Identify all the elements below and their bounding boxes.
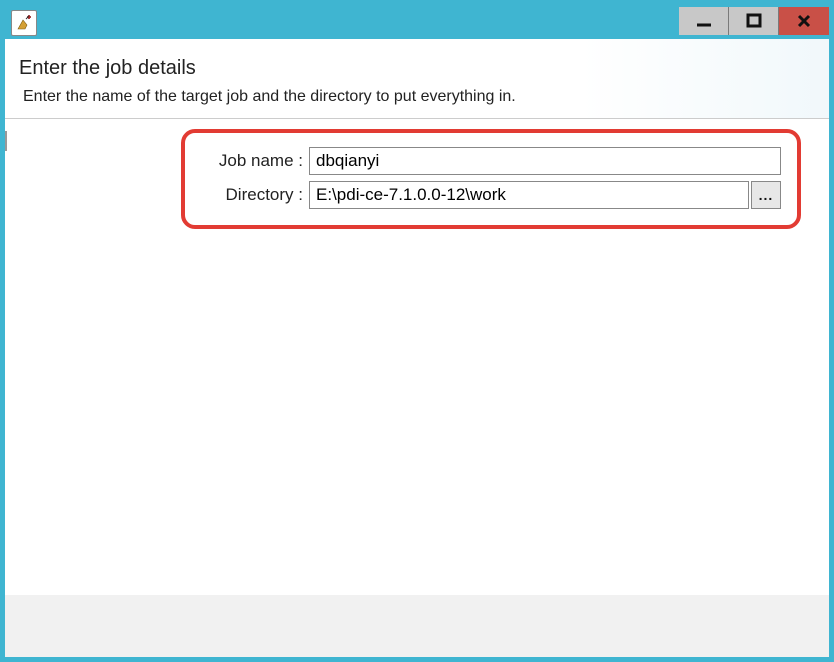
job-name-label: Job name : xyxy=(201,151,309,171)
minimize-button[interactable] xyxy=(679,7,729,35)
form-highlight-box: Job name : Directory : ... xyxy=(181,129,801,229)
close-button[interactable] xyxy=(779,7,829,35)
dialog-subtitle: Enter the name of the target job and the… xyxy=(19,88,815,106)
titlebar xyxy=(5,5,829,39)
directory-label: Directory : xyxy=(201,185,309,205)
dialog-window: Enter the job details Enter the name of … xyxy=(0,0,834,662)
dialog-footer xyxy=(5,595,829,657)
browse-button[interactable]: ... xyxy=(751,181,781,209)
dialog-body: Job name : Directory : ... xyxy=(5,119,829,595)
maximize-button[interactable] xyxy=(729,7,779,35)
dialog-header: Enter the job details Enter the name of … xyxy=(5,39,829,119)
left-divider xyxy=(5,131,7,151)
app-icon xyxy=(11,10,37,36)
job-name-row: Job name : xyxy=(201,147,781,175)
directory-row: Directory : ... xyxy=(201,181,781,209)
dialog-client: Enter the job details Enter the name of … xyxy=(5,39,829,657)
window-controls xyxy=(679,7,829,35)
dialog-title: Enter the job details xyxy=(19,57,815,80)
job-name-input[interactable] xyxy=(309,147,781,175)
directory-input[interactable] xyxy=(309,181,749,209)
